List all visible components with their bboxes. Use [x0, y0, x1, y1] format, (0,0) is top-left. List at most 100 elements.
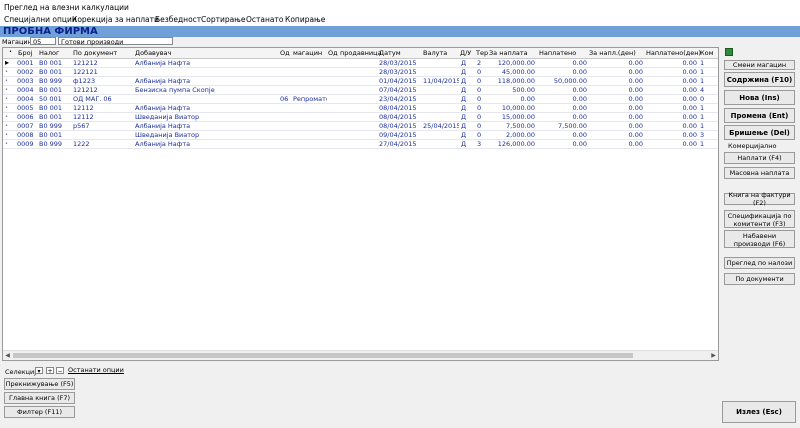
cell-dok: 121212 [73, 59, 98, 67]
table-row[interactable]: • 0009 В0 999 1222 Албанија Нафта 27/04/2015 Д… [3, 140, 718, 149]
scroll-left-icon[interactable]: ◀ [3, 351, 12, 360]
edit-button[interactable]: Промена (Ent) [724, 108, 795, 123]
cell-ter: 0 [477, 77, 482, 85]
table-row[interactable]: • 0006 В0 001 12112 Шведанија Виатор 08/04/20… [3, 113, 718, 122]
purchased-products-button[interactable]: Набавени производи (F6) [724, 230, 795, 248]
cell-datum: 23/04/2015 [379, 95, 417, 103]
table-row[interactable]: • 0007 В0 999 р567 Албанија Нафта 08/04/2015 2… [3, 122, 718, 131]
col-za-naplata[interactable]: За наплата [489, 49, 528, 57]
menu-copying[interactable]: Копирање [285, 15, 325, 24]
other-options-link[interactable]: Останати опции [68, 366, 124, 374]
table-row[interactable]: • 0002 В0 001 122121 28/03/2015 Д 0 45,000.00 0.… [3, 68, 718, 77]
exit-button[interactable]: Излез (Esc) [722, 401, 796, 423]
cell-nalog: В0 001 [39, 68, 63, 76]
cell-datum: 09/04/2015 [379, 131, 417, 139]
col-nalog[interactable]: Налог [39, 49, 59, 57]
filter-button[interactable]: Филтер (F11) [4, 406, 75, 418]
menu-sorting[interactable]: Сортирање [201, 15, 246, 24]
cell-nalog: В0 999 [39, 140, 63, 148]
cell-za-napl-den: 0.00 [628, 104, 643, 112]
menu-other[interactable]: Останато [246, 15, 283, 24]
menu-special-options[interactable]: Специјални опции [4, 15, 77, 24]
col-ter[interactable]: Тер [476, 49, 488, 57]
payments-button[interactable]: Наплати (F4) [724, 152, 795, 164]
col-za-napl-den[interactable]: За напл.(ден) [589, 49, 636, 57]
table-row[interactable]: • 0008 В0 001 Шведанија Виатор 09/04/2015 Д 0 2… [3, 131, 718, 140]
table-row[interactable]: • 0005 В0 001 12112 Албанија Нафта 08/04/2015… [3, 104, 718, 113]
col-naplateno-den[interactable]: Наплатено(ден) [646, 49, 701, 57]
new-button[interactable]: Нова (Ins) [724, 90, 795, 105]
table-row[interactable]: • 0004 В0 001 121212 Бензиска пумпа Скопје 07… [3, 86, 718, 95]
col-du[interactable]: Д/У [460, 49, 471, 57]
selection-add-icon[interactable]: + [46, 367, 54, 375]
table-row[interactable]: ▸ 0001 В0 001 121212 Албанија Нафта 28/03/201… [3, 59, 718, 68]
cell-ter: 0 [477, 131, 482, 139]
invoice-book-button[interactable]: Книга на фактури (F2) [724, 191, 795, 207]
cell-za-naplata: 2,000.00 [506, 131, 535, 139]
col-broj[interactable]: Број [18, 49, 32, 57]
cell-naplateno-den: 0.00 [682, 104, 697, 112]
col-datum[interactable]: Датум [379, 49, 401, 57]
sort-icon[interactable]: • [9, 49, 12, 55]
cell-naplateno-den: 0.00 [682, 59, 697, 67]
warehouse-name: Готови производи [58, 37, 173, 46]
cell-nalog: В0 999 [39, 77, 63, 85]
spec-by-client-button[interactable]: Спецификација по комитенти (F3) [724, 210, 795, 228]
cell-dok: 1222 [73, 140, 90, 148]
calculations-grid[interactable]: • Број Налог По документ Добавувач Од ма… [2, 47, 719, 361]
cell-nalog: 50 001 [39, 95, 62, 103]
cell-kom: 1 [700, 122, 705, 130]
current-row-indicator-icon: ▸ [5, 59, 10, 67]
cell-za-napl-den: 0.00 [628, 77, 643, 85]
cell-ter: 0 [477, 104, 482, 112]
row-marker-icon: • [5, 132, 8, 138]
row-marker-icon: • [5, 123, 8, 129]
view-by-orders-button[interactable]: Преглед по налози [724, 257, 795, 269]
scroll-thumb[interactable] [13, 353, 633, 358]
row-marker-icon: • [5, 105, 8, 111]
horizontal-scrollbar[interactable]: ◀ ▶ [3, 350, 718, 360]
col-dobavuvac[interactable]: Добавувач [135, 49, 171, 57]
menu-payment-correction[interactable]: Корекција за наплати [72, 15, 159, 24]
cell-du: Д [461, 140, 467, 148]
table-row[interactable]: • 0004 50 001 ОД МАГ. 06 06 Репромате 23/04/20… [3, 95, 718, 104]
rebooking-button[interactable]: Прекнижување (F5) [4, 378, 75, 390]
cell-za-naplata: 0.00 [520, 95, 535, 103]
menu-security[interactable]: Безбедност [155, 15, 201, 24]
col-od2[interactable]: Од [328, 49, 338, 57]
col-valuta[interactable]: Валута [423, 49, 447, 57]
cell-ter: 3 [477, 140, 482, 148]
col-magacin[interactable]: магацин [293, 49, 322, 57]
col-od[interactable]: Од [280, 49, 290, 57]
content-button[interactable]: Содржина (F10) [724, 72, 795, 87]
scroll-right-icon[interactable]: ▶ [709, 351, 718, 360]
cell-naplateno-den: 0.00 [682, 86, 697, 94]
cell-kom: 3 [700, 131, 705, 139]
col-po-dokument[interactable]: По документ [73, 49, 117, 57]
row-marker-icon: • [5, 141, 8, 147]
cell-naplateno-den: 0.00 [682, 95, 697, 103]
cell-nalog: В0 001 [39, 113, 63, 121]
main-book-button[interactable]: Главна книга (F7) [4, 392, 75, 404]
warehouse-bar: Магацин 05 Готови производи [0, 37, 720, 47]
by-documents-button[interactable]: По документи [724, 273, 795, 285]
change-warehouse-button[interactable]: Смени магацин [724, 60, 795, 70]
col-kom[interactable]: Ком [700, 49, 714, 57]
cell-broj: 0005 [17, 104, 34, 112]
mass-payment-button[interactable]: Масовна наплата [724, 167, 795, 179]
selection-remove-icon[interactable]: − [56, 367, 64, 375]
menu-bar: Специјални опции Корекција за наплати Бе… [0, 14, 800, 26]
cell-ter: 0 [477, 95, 482, 103]
col-naplateno[interactable]: Наплатено [539, 49, 576, 57]
cell-naplateno: 0.00 [572, 95, 587, 103]
cell-datum: 07/04/2015 [379, 86, 417, 94]
commercial-label: Комерцијално [728, 142, 777, 150]
col-prodavnica[interactable]: продавница [340, 49, 382, 57]
table-row[interactable]: • 0003 В0 999 ф1223 Албанија Нафта 01/04/2015… [3, 77, 718, 86]
excel-icon[interactable] [725, 48, 733, 56]
cell-naplateno-den: 0.00 [682, 131, 697, 139]
cell-nalog: В0 999 [39, 122, 63, 130]
delete-button[interactable]: Бришење (Del) [724, 125, 795, 140]
selection-dropdown-icon[interactable]: ▾ [35, 367, 43, 375]
cell-naplateno-den: 0.00 [682, 113, 697, 121]
